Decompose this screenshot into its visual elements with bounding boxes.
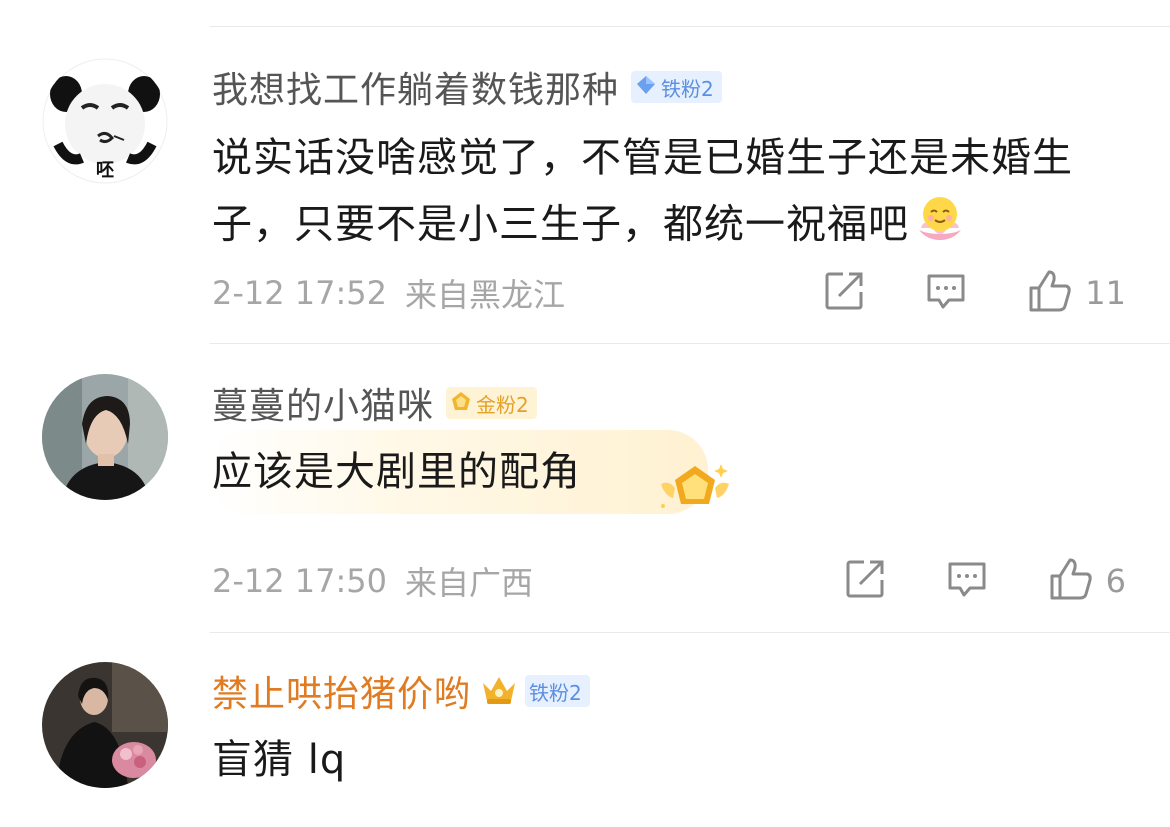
share-button[interactable]: [844, 558, 886, 604]
woman-portrait-avatar-image: [42, 374, 168, 500]
comment-meta: 2-12 17:50 来自广西 6: [212, 556, 1126, 606]
comment-text: 应该是大剧里的配角: [212, 449, 581, 495]
divider-top: [210, 26, 1170, 27]
fan-badge-label: 金粉2: [476, 392, 529, 417]
fan-badge[interactable]: 铁粉2: [525, 675, 590, 707]
thumbs-up-icon: [1027, 268, 1073, 318]
comment-icon: [946, 558, 988, 604]
avatar-caption: 呸: [96, 160, 114, 181]
gold-pentagon-emblem-icon: [655, 458, 735, 528]
crown-icon: [479, 671, 519, 711]
location: 来自黑龙江: [405, 276, 566, 314]
like-button[interactable]: 6: [1048, 556, 1126, 606]
like-button[interactable]: 11: [1027, 268, 1126, 318]
username-row: 蔓蔓的小猫咪 金粉2: [212, 378, 537, 428]
divider: [210, 632, 1170, 633]
comment-text-block: 盲猜 lq: [212, 728, 1130, 792]
thumbs-up-icon: [1048, 556, 1094, 606]
lotus-smile-emoji: [913, 190, 967, 263]
pentagon-icon: [450, 390, 472, 417]
timestamp: 2-12 17:50: [212, 562, 388, 600]
username-row: 我想找工作躺着数钱那种 铁粉2: [212, 62, 722, 112]
username-row: 禁止哄抬猪价哟 铁粉2: [212, 666, 590, 716]
share-icon: [844, 558, 886, 604]
username[interactable]: 禁止哄抬猪价哟: [212, 665, 471, 717]
diamond-icon: [635, 74, 657, 101]
comment-text-block: 说实话没啥感觉了，不管是已婚生子还是未婚生子，只要不是小三生子，都统一祝福吧: [212, 126, 1130, 263]
location: 来自广西: [405, 564, 534, 602]
share-icon: [823, 270, 865, 316]
fan-badge-label: 铁粉2: [661, 76, 714, 101]
woman-with-flowers-avatar-image: [42, 662, 168, 788]
like-count: 11: [1085, 274, 1126, 312]
fan-badge[interactable]: 金粉2: [446, 387, 537, 419]
comment-text: 盲猜 lq: [212, 737, 347, 783]
comment-actions: 6: [844, 556, 1126, 606]
username[interactable]: 蔓蔓的小猫咪: [212, 377, 434, 429]
share-button[interactable]: [823, 270, 865, 316]
comment-actions: 11: [823, 268, 1126, 318]
avatar[interactable]: 呸: [42, 58, 168, 184]
avatar[interactable]: [42, 374, 168, 500]
comment-meta: 2-12 17:52 来自黑龙江 11: [212, 268, 1126, 318]
reply-button[interactable]: [946, 558, 988, 604]
comment-icon: [925, 270, 967, 316]
fan-badge[interactable]: 铁粉2: [631, 71, 722, 103]
timestamp: 2-12 17:52: [212, 274, 388, 312]
username[interactable]: 我想找工作躺着数钱那种: [212, 61, 619, 113]
reply-button[interactable]: [925, 270, 967, 316]
avatar[interactable]: [42, 662, 168, 788]
divider: [210, 343, 1170, 344]
like-count: 6: [1105, 562, 1126, 600]
fan-badge-label: 铁粉2: [529, 680, 582, 705]
